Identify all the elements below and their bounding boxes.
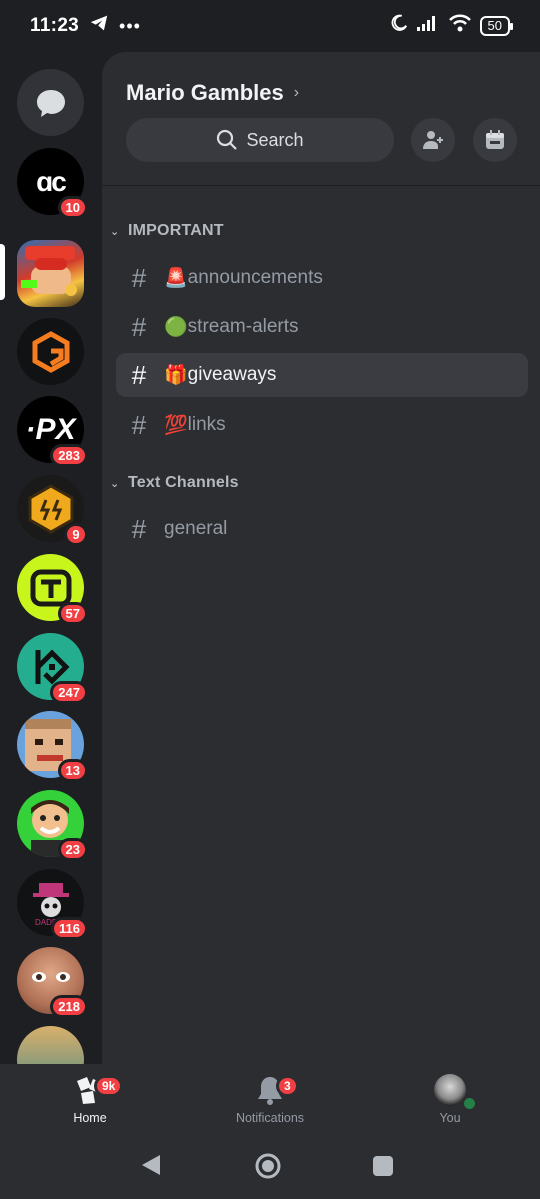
chevron-down-icon: ⌄ [110, 477, 120, 490]
home-system-button[interactable] [254, 1152, 282, 1185]
server-list: ɑc 10 ·PX 283 9 57 247 13 23 DADDY 116 2… [0, 52, 102, 1064]
moon-icon [390, 14, 408, 38]
more-icon: ••• [119, 15, 141, 36]
search-icon [217, 129, 238, 150]
server-icon-daddy[interactable]: DADDY 116 [17, 869, 88, 940]
wifi-icon [448, 14, 472, 38]
server-header[interactable]: Mario Gambles › [126, 80, 299, 106]
calendar-icon [486, 130, 504, 149]
home-badge: 9k [94, 1075, 124, 1097]
server-icon-px[interactable]: ·PX 283 [17, 396, 88, 467]
invite-members-button[interactable] [411, 118, 455, 162]
server-icon-ac[interactable]: ɑc 10 [17, 148, 88, 219]
server-icon-cartoon[interactable]: 23 [17, 790, 88, 861]
nav-notifications[interactable]: 3 Notifications [210, 1064, 330, 1134]
telegram-icon [89, 14, 109, 38]
server-title: Mario Gambles [126, 80, 284, 105]
category-label: IMPORTANT [128, 222, 224, 239]
server-icon-beach[interactable] [17, 1026, 84, 1064]
channel-emoji: 💯 [164, 415, 188, 436]
channel-name: stream-alerts [187, 316, 299, 337]
avatar [434, 1074, 478, 1112]
notifications-badge: 3 [276, 1075, 299, 1097]
header-divider [102, 185, 540, 186]
add-user-icon [423, 131, 443, 149]
server-icon-emblem[interactable]: 9 [17, 475, 88, 546]
channel-stream-alerts[interactable]: # 🟢 stream-alerts [116, 305, 528, 349]
hash-icon: # [131, 409, 147, 440]
events-button[interactable] [473, 118, 517, 162]
server-icon-g[interactable] [17, 318, 84, 385]
nav-home[interactable]: 9k Home [30, 1064, 150, 1134]
unread-badge: 116 [51, 917, 88, 940]
channel-announcements[interactable]: # 🚨 announcements [116, 256, 528, 300]
ac-logo-icon: ɑc [36, 165, 67, 197]
channel-emoji: 🚨 [164, 268, 188, 289]
server-icon-kucoin[interactable]: 247 [17, 633, 88, 704]
category-important[interactable]: ⌄ IMPORTANT [110, 222, 224, 240]
hash-icon: # [131, 359, 147, 390]
bottom-navigation: 9k Home 3 Notifications You [0, 1064, 540, 1134]
status-time: 11:23 [30, 15, 80, 36]
channel-general[interactable]: # general [116, 507, 528, 551]
circle-home-icon [255, 1153, 281, 1179]
server-icon-face[interactable]: 218 [17, 947, 88, 1018]
unread-badge: 218 [50, 995, 88, 1018]
chevron-down-icon: ⌄ [110, 225, 120, 238]
nav-you[interactable]: You [390, 1064, 510, 1134]
search-button[interactable]: Search [126, 118, 394, 162]
direct-messages-button[interactable] [17, 69, 84, 136]
unread-badge: 9 [64, 523, 88, 546]
channel-name: giveaways [187, 364, 277, 385]
unread-badge: 13 [57, 759, 88, 782]
g-logo-icon [32, 330, 69, 373]
channel-panel: Mario Gambles › Search ⌄ IMPORTANT # 🚨 an… [102, 52, 540, 1064]
nav-label: Notifications [235, 1111, 305, 1125]
selected-server-indicator [0, 244, 5, 300]
channel-name: general [164, 518, 228, 539]
server-icon-gamdom[interactable]: 57 [17, 554, 88, 625]
mario-gambles-logo-icon [21, 246, 77, 296]
server-icon-pixel[interactable]: 13 [17, 711, 88, 782]
unread-badge: 247 [50, 681, 88, 704]
back-button[interactable] [140, 1153, 162, 1182]
unread-badge: 10 [57, 196, 88, 219]
chevron-right-icon: › [293, 84, 300, 101]
square-recents-icon [373, 1156, 393, 1176]
channel-giveaways[interactable]: # 🎁 giveaways [116, 353, 528, 397]
unread-badge: 283 [50, 444, 88, 467]
recents-button[interactable] [372, 1155, 394, 1182]
nav-label: Home [73, 1111, 107, 1125]
battery-indicator: 50 [479, 16, 514, 36]
channel-emoji: 🟢 [164, 317, 188, 338]
hash-icon: # [131, 311, 147, 342]
search-label: Search [246, 129, 304, 150]
channel-emoji: 🎁 [164, 365, 188, 386]
category-text-channels[interactable]: ⌄ Text Channels [110, 474, 239, 492]
status-bar: 11:23 ••• 50 [0, 0, 540, 52]
category-label: Text Channels [128, 474, 239, 491]
channel-links[interactable]: # 💯 links [116, 403, 528, 447]
server-icon-mario-gambles[interactable] [17, 240, 84, 307]
channel-name: announcements [187, 267, 323, 288]
online-status-dot [461, 1095, 478, 1112]
back-triangle-icon [142, 1155, 160, 1175]
signal-icon [416, 14, 440, 38]
hash-icon: # [131, 262, 147, 293]
unread-badge: 57 [57, 602, 88, 625]
chat-bubble-icon [36, 89, 65, 117]
hash-icon: # [131, 513, 147, 544]
nav-label: You [439, 1111, 461, 1125]
channel-name: links [187, 414, 226, 435]
px-logo-icon: ·PX [25, 412, 76, 446]
unread-badge: 23 [57, 838, 88, 861]
system-navigation-bar [0, 1134, 540, 1199]
